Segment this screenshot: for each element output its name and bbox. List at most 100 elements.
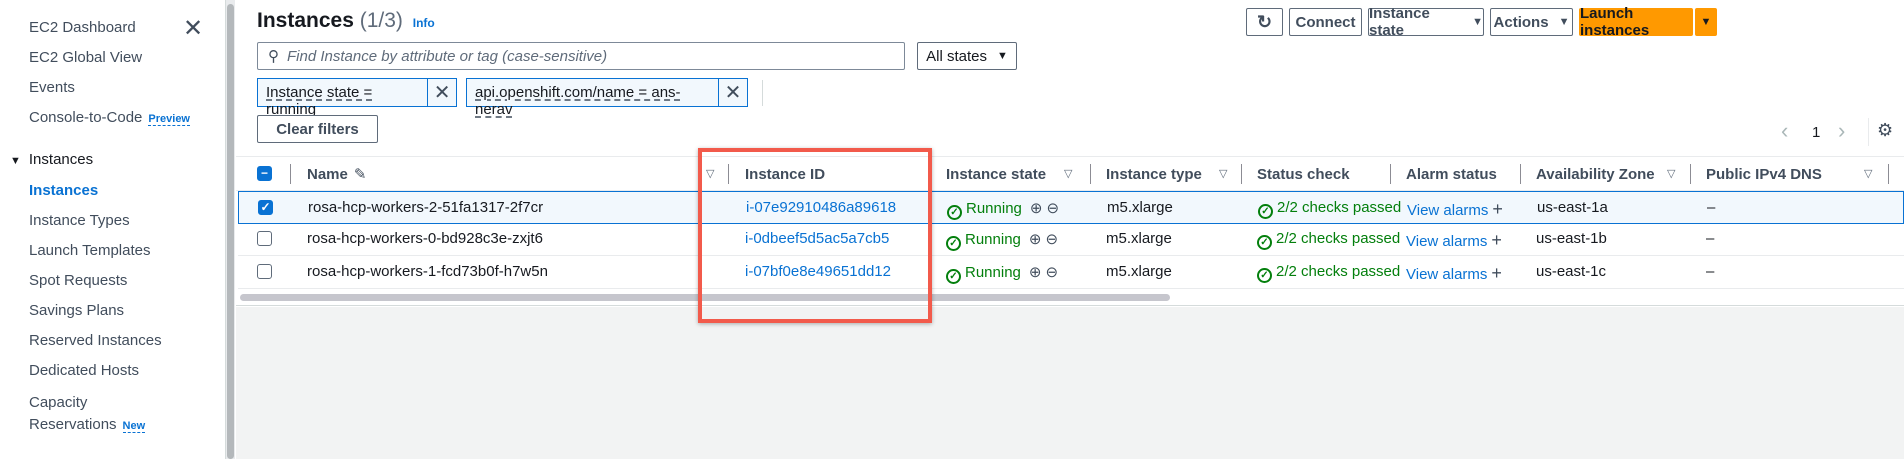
new-badge: New bbox=[122, 420, 146, 433]
zoom-out-icon[interactable]: ⊖ bbox=[1045, 231, 1058, 248]
zoom-out-icon[interactable]: ⊖ bbox=[1045, 264, 1058, 281]
view-alarms-link[interactable]: View alarms bbox=[1407, 202, 1488, 219]
add-alarm-icon[interactable]: + bbox=[1491, 230, 1502, 250]
view-alarms-link[interactable]: View alarms bbox=[1406, 266, 1487, 283]
sort-icon[interactable]: ▽ bbox=[1064, 167, 1072, 180]
instance-state: Running bbox=[965, 231, 1021, 248]
previous-page-icon[interactable]: ‹ bbox=[1781, 118, 1788, 144]
table-top-border bbox=[236, 156, 1904, 157]
add-alarm-icon[interactable]: + bbox=[1491, 263, 1502, 283]
column-header-public-ipv4-dns[interactable]: Public IPv4 DNS bbox=[1706, 158, 1822, 190]
sidebar-item-events[interactable]: Events bbox=[29, 79, 75, 96]
connect-button[interactable]: Connect bbox=[1289, 8, 1362, 36]
instance-state: Running bbox=[965, 264, 1021, 281]
column-header-name[interactable]: Name ✎ bbox=[307, 158, 366, 190]
scrollbar-thumb[interactable] bbox=[227, 4, 234, 459]
label: Instances bbox=[28, 151, 94, 168]
instance-name: rosa-hcp-workers-1-fcd73b0f-h7w5n bbox=[307, 263, 548, 280]
sidebar-item-reserved-instances[interactable]: Reserved Instances bbox=[29, 332, 162, 349]
zoom-in-icon[interactable]: ⊕ bbox=[1029, 231, 1042, 248]
sidebar-item-launch-templates[interactable]: Launch Templates bbox=[29, 242, 150, 259]
label: Connect bbox=[1295, 13, 1356, 31]
column-header-availability-zone[interactable]: Availability Zone bbox=[1536, 158, 1655, 190]
sidebar-section-instances[interactable]: ▼ Instances bbox=[10, 151, 93, 168]
close-icon[interactable]: ✕ bbox=[183, 14, 203, 43]
instance-state: Running bbox=[966, 200, 1022, 217]
sidebar-item-global-view[interactable]: EC2 Global View bbox=[29, 49, 142, 66]
add-alarm-icon[interactable]: + bbox=[1492, 199, 1503, 219]
select-all-checkbox[interactable]: − bbox=[257, 166, 272, 181]
remove-filter-icon[interactable]: ✕ bbox=[717, 79, 747, 106]
sidebar-scrollbar[interactable] bbox=[225, 0, 235, 459]
instance-type: m5.xlarge bbox=[1107, 199, 1173, 216]
refresh-icon: ↻ bbox=[1256, 11, 1273, 32]
row-checkbox[interactable] bbox=[257, 231, 272, 246]
info-link[interactable]: Info bbox=[413, 16, 435, 30]
launch-instances-button[interactable]: Launch instances bbox=[1579, 5, 1693, 39]
status-check: 2/2 checks passed bbox=[1276, 263, 1401, 280]
instance-name: rosa-hcp-workers-0-bd928c3e-zxjt6 bbox=[307, 230, 543, 247]
caret-down-icon: ▼ bbox=[996, 50, 1008, 62]
sidebar-item-ec2-dashboard[interactable]: EC2 Dashboard bbox=[29, 19, 136, 36]
instance-state-button[interactable]: Instance state ▼ bbox=[1368, 5, 1484, 39]
sidebar-item-console-to-code[interactable]: Console-to-Code Preview bbox=[29, 109, 190, 126]
sort-icon[interactable]: ▽ bbox=[1667, 167, 1675, 180]
check-circle-icon: ✓ bbox=[1257, 235, 1272, 250]
launch-dropdown-button[interactable]: ▼ bbox=[1695, 8, 1717, 36]
label: Public IPv4 DNS bbox=[1706, 165, 1822, 183]
page-title: Instances (1/3) Info bbox=[257, 9, 435, 33]
caret-down-icon: ▼ bbox=[1700, 16, 1712, 28]
sidebar-item-capacity-reservations[interactable]: Capacity Reservations New bbox=[29, 392, 146, 437]
label: Alarm status bbox=[1406, 165, 1497, 183]
label: Actions bbox=[1493, 13, 1549, 31]
column-header-instance-state[interactable]: Instance state bbox=[946, 158, 1046, 190]
table-row[interactable]: ✓ rosa-hcp-workers-2-51fa1317-2f7cr i-07… bbox=[238, 191, 1904, 224]
caret-down-icon: ▼ bbox=[1472, 16, 1483, 28]
sidebar-item-instance-types[interactable]: Instance Types bbox=[29, 212, 130, 229]
check-circle-icon: ✓ bbox=[1258, 204, 1273, 219]
column-header-status-check[interactable]: Status check bbox=[1257, 158, 1350, 190]
remove-filter-icon[interactable]: ✕ bbox=[427, 79, 456, 106]
zoom-in-icon[interactable]: ⊕ bbox=[1029, 264, 1042, 281]
zoom-out-icon[interactable]: ⊖ bbox=[1046, 200, 1059, 217]
sidebar-item-instances[interactable]: Instances bbox=[29, 182, 98, 199]
table-row[interactable]: rosa-hcp-workers-1-fcd73b0f-h7w5n i-07bf… bbox=[238, 256, 1904, 289]
row-checkbox[interactable] bbox=[257, 264, 272, 279]
label: Instance type bbox=[1106, 165, 1202, 183]
page-number[interactable]: 1 bbox=[1812, 124, 1820, 141]
label: Reserved Instances bbox=[29, 332, 162, 349]
refresh-button[interactable]: ↻ bbox=[1246, 8, 1283, 36]
sort-icon[interactable]: ▽ bbox=[1219, 167, 1227, 180]
availability-zone: us-east-1b bbox=[1536, 230, 1607, 247]
sidebar-item-dedicated-hosts[interactable]: Dedicated Hosts bbox=[29, 362, 139, 379]
filter-label[interactable]: api.openshift.com/name = ans-nerav bbox=[467, 79, 718, 118]
sidebar-item-savings-plans[interactable]: Savings Plans bbox=[29, 302, 124, 319]
label: Clear filters bbox=[276, 120, 359, 138]
label: Instance state bbox=[946, 165, 1047, 183]
filter-label[interactable]: Instance state = running bbox=[258, 79, 427, 118]
label: Events bbox=[29, 79, 75, 96]
view-alarms-link[interactable]: View alarms bbox=[1406, 233, 1487, 250]
public-dns: – bbox=[1707, 199, 1716, 216]
sidebar: EC2 Dashboard ✕ EC2 Global View Events C… bbox=[0, 0, 225, 459]
zoom-in-icon[interactable]: ⊕ bbox=[1030, 200, 1043, 217]
sort-icon[interactable]: ▽ bbox=[1864, 167, 1872, 180]
clear-filters-button[interactable]: Clear filters bbox=[257, 115, 378, 143]
next-page-icon[interactable]: › bbox=[1838, 118, 1845, 144]
column-header-instance-type[interactable]: Instance type bbox=[1106, 158, 1202, 190]
label: Instance state bbox=[1369, 5, 1430, 39]
state-filter-select[interactable]: All states ▼ bbox=[917, 42, 1017, 70]
column-header-alarm-status[interactable]: Alarm status bbox=[1406, 158, 1497, 190]
label: Availability Zone bbox=[1536, 165, 1655, 183]
label: Instances bbox=[29, 182, 99, 199]
label: Capacity bbox=[29, 394, 88, 411]
search-input[interactable]: ⚲ Find Instance by attribute or tag (cas… bbox=[257, 42, 905, 70]
label: Status check bbox=[1257, 165, 1350, 183]
preview-badge: Preview bbox=[148, 113, 190, 126]
table-row[interactable]: rosa-hcp-workers-0-bd928c3e-zxjt6 i-0dbe… bbox=[238, 223, 1904, 256]
actions-button[interactable]: Actions ▼ bbox=[1490, 8, 1573, 36]
settings-gear-icon[interactable]: ⚙ bbox=[1877, 120, 1893, 141]
sidebar-item-spot-requests[interactable]: Spot Requests bbox=[29, 272, 127, 289]
row-checkbox[interactable]: ✓ bbox=[258, 200, 273, 215]
selection-count: (1/3) bbox=[359, 9, 403, 32]
